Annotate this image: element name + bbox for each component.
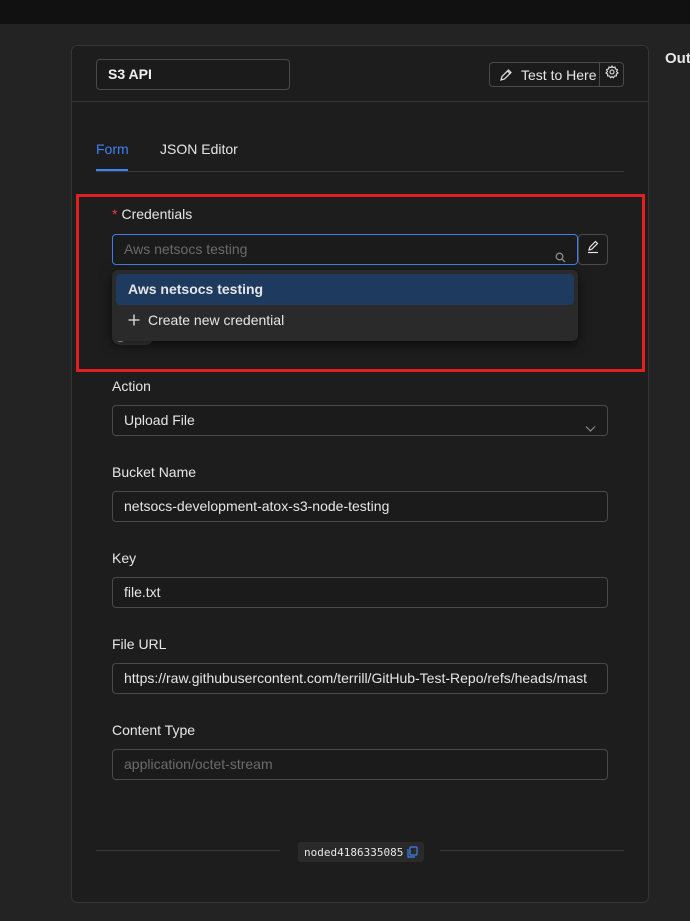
action-value: Upload File [124,412,195,428]
settings-button[interactable] [600,63,623,86]
node-id-text: noded4186335085 [304,845,404,859]
file-url-label: File URL [112,636,167,652]
gear-icon [604,64,619,84]
bucket-name-input[interactable]: netsocs-development-atox-s3-node-testing [112,491,608,522]
highlight-annotation [76,194,645,372]
footer-divider-left [96,850,280,851]
action-label: Action [112,378,151,394]
chevron-down-icon [585,415,596,432]
tab-form[interactable]: Form [96,141,129,157]
key-label: Key [112,550,137,566]
footer-divider-right [440,850,624,851]
node-id-badge[interactable]: noded4186335085 [298,842,425,862]
node-name-input[interactable]: S3 API [96,59,290,90]
content-type-label: Content Type [112,722,196,738]
bucket-name-label: Bucket Name [112,464,197,480]
output-panel-label: Out [665,50,690,67]
copy-icon[interactable] [407,846,418,858]
top-bar [0,0,690,24]
file-url-input[interactable]: https://raw.githubusercontent.com/terril… [112,663,608,694]
panel-header: S3 API Test to Here [72,46,648,102]
node-settings-panel: S3 API Test to Here Form JSON Editor * C… [71,45,649,903]
active-tab-indicator [96,169,128,171]
test-to-here-label: Test to Here [521,66,597,83]
content-type-input[interactable]: application/octet-stream [112,749,608,780]
test-button-group: Test to Here [489,62,624,87]
key-input[interactable]: file.txt [112,577,608,608]
action-select[interactable]: Upload File [112,405,608,436]
test-to-here-button[interactable]: Test to Here [490,63,600,86]
editor-tabs: Form JSON Editor [96,136,624,172]
pencil-icon [499,68,513,82]
tab-json-editor[interactable]: JSON Editor [160,141,238,157]
